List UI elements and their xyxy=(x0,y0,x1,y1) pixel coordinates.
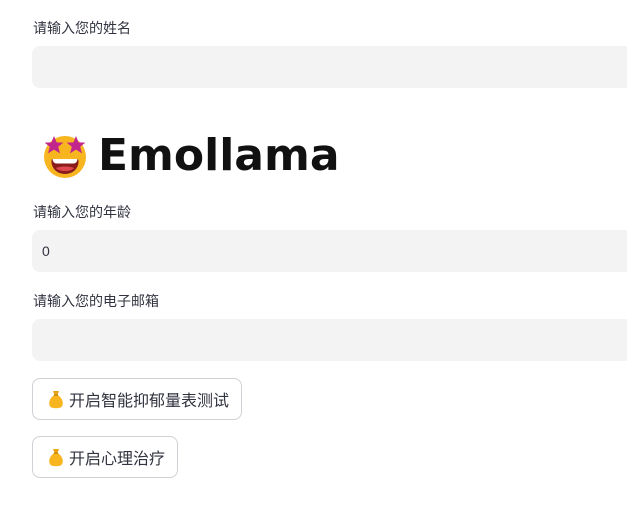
name-input[interactable] xyxy=(32,46,627,88)
age-field-label: 请输入您的年龄 xyxy=(33,205,131,221)
email-field-label: 请输入您的电子邮箱 xyxy=(33,294,159,310)
age-input[interactable] xyxy=(32,230,627,272)
start-depression-scale-test-label: 开启智能抑郁量表测试 xyxy=(69,391,230,410)
money-bag-icon xyxy=(49,449,63,467)
star-struck-emoji-icon xyxy=(44,136,86,178)
start-psychotherapy-button[interactable]: 开启心理治疗 xyxy=(32,436,179,478)
name-field-label: 请输入您的姓名 xyxy=(33,21,131,37)
app-title: Emollama xyxy=(40,126,340,184)
start-psychotherapy-label: 开启心理治疗 xyxy=(69,449,166,468)
money-bag-icon xyxy=(49,391,63,409)
start-depression-scale-test-button[interactable]: 开启智能抑郁量表测试 xyxy=(32,378,243,420)
email-input[interactable] xyxy=(32,319,627,361)
app-title-text: Emollama xyxy=(98,129,340,181)
app-page: 请输入您的姓名 Emollama 请输入您的年龄 请输入您的电子邮箱 开启智能抑… xyxy=(0,0,627,516)
